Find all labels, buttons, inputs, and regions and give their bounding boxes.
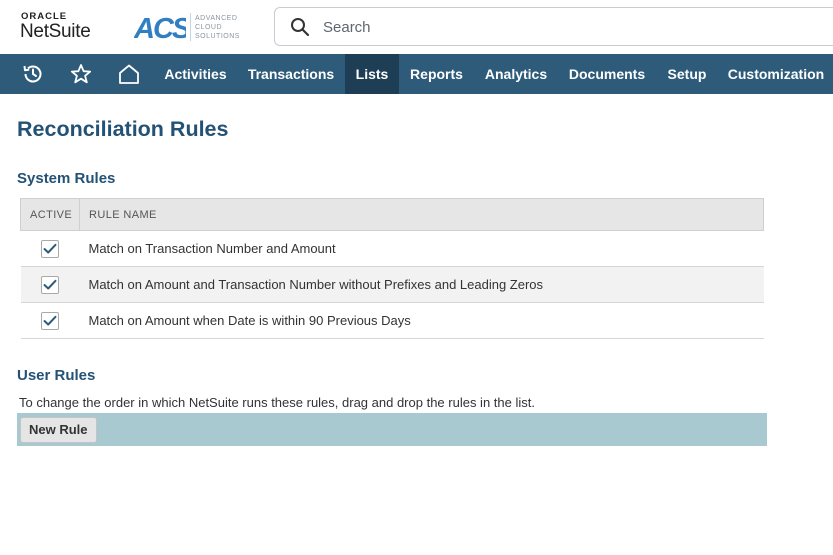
global-search[interactable] (274, 7, 833, 46)
acs-logo-mark: ACS (134, 13, 186, 43)
active-checkbox[interactable] (40, 239, 59, 258)
nav-documents[interactable]: Documents (559, 54, 655, 94)
acs-logo: ACS ADVANCED CLOUD SOLUTIONS (134, 11, 254, 43)
active-checkbox[interactable] (40, 275, 59, 294)
search-icon (291, 18, 310, 37)
nav-activities[interactable]: Activities (155, 54, 236, 94)
active-cell (20, 302, 80, 339)
history-icon[interactable] (14, 54, 52, 94)
nav-lists[interactable]: Lists (345, 54, 399, 94)
table-row: Match on Amount when Date is within 90 P… (20, 302, 764, 339)
column-header-active[interactable]: ACTIVE (20, 198, 80, 231)
netsuite-logo[interactable]: ORACLE NetSuite (20, 8, 110, 44)
acs-mark-text: ACS (134, 13, 186, 43)
system-rules-table: ACTIVE RULE NAME Match on Transaction Nu… (20, 198, 764, 339)
home-icon[interactable] (110, 54, 148, 94)
table-row: Match on Transaction Number and Amount (20, 230, 764, 267)
search-input[interactable] (323, 16, 823, 38)
page-title: Reconciliation Rules (17, 117, 229, 141)
checkmark-icon (43, 279, 56, 289)
main-nav: Activities Transactions Lists Reports An… (0, 54, 833, 94)
rule-name-cell: Match on Amount when Date is within 90 P… (79, 302, 764, 339)
acs-tagline: ADVANCED CLOUD SOLUTIONS (195, 14, 255, 41)
acs-tagline-line-2: CLOUD (195, 24, 223, 31)
system-rules-heading: System Rules (17, 170, 116, 187)
nav-analytics[interactable]: Analytics (474, 54, 558, 94)
column-header-rule-name[interactable]: RULE NAME (79, 198, 764, 231)
nav-customization[interactable]: Customization (719, 54, 833, 94)
new-rule-button[interactable]: New Rule (20, 417, 97, 443)
nav-reports[interactable]: Reports (400, 54, 473, 94)
nav-transactions[interactable]: Transactions (238, 54, 344, 94)
acs-tagline-line-3: SOLUTIONS (195, 33, 240, 40)
user-rules-description: To change the order in which NetSuite ru… (19, 395, 535, 410)
acs-tagline-line-1: ADVANCED (195, 15, 238, 22)
rule-name-cell: Match on Amount and Transaction Number w… (79, 266, 764, 303)
acs-divider (190, 13, 191, 41)
table-header-row: ACTIVE RULE NAME (20, 198, 764, 231)
header: ORACLE NetSuite ACS ADVANCED CLOUD SOLUT… (0, 0, 833, 54)
checkmark-icon (43, 243, 56, 253)
table-row: Match on Amount and Transaction Number w… (20, 266, 764, 303)
user-rules-button-bar: New Rule (17, 413, 767, 446)
nav-setup[interactable]: Setup (656, 54, 718, 94)
active-checkbox[interactable] (40, 311, 59, 330)
rule-name-cell: Match on Transaction Number and Amount (79, 230, 764, 267)
checkmark-icon (43, 315, 56, 325)
user-rules-heading: User Rules (17, 367, 96, 384)
brand-netsuite-text: NetSuite (20, 21, 91, 42)
active-cell (20, 230, 80, 267)
star-icon[interactable] (62, 54, 100, 94)
active-cell (20, 266, 80, 303)
